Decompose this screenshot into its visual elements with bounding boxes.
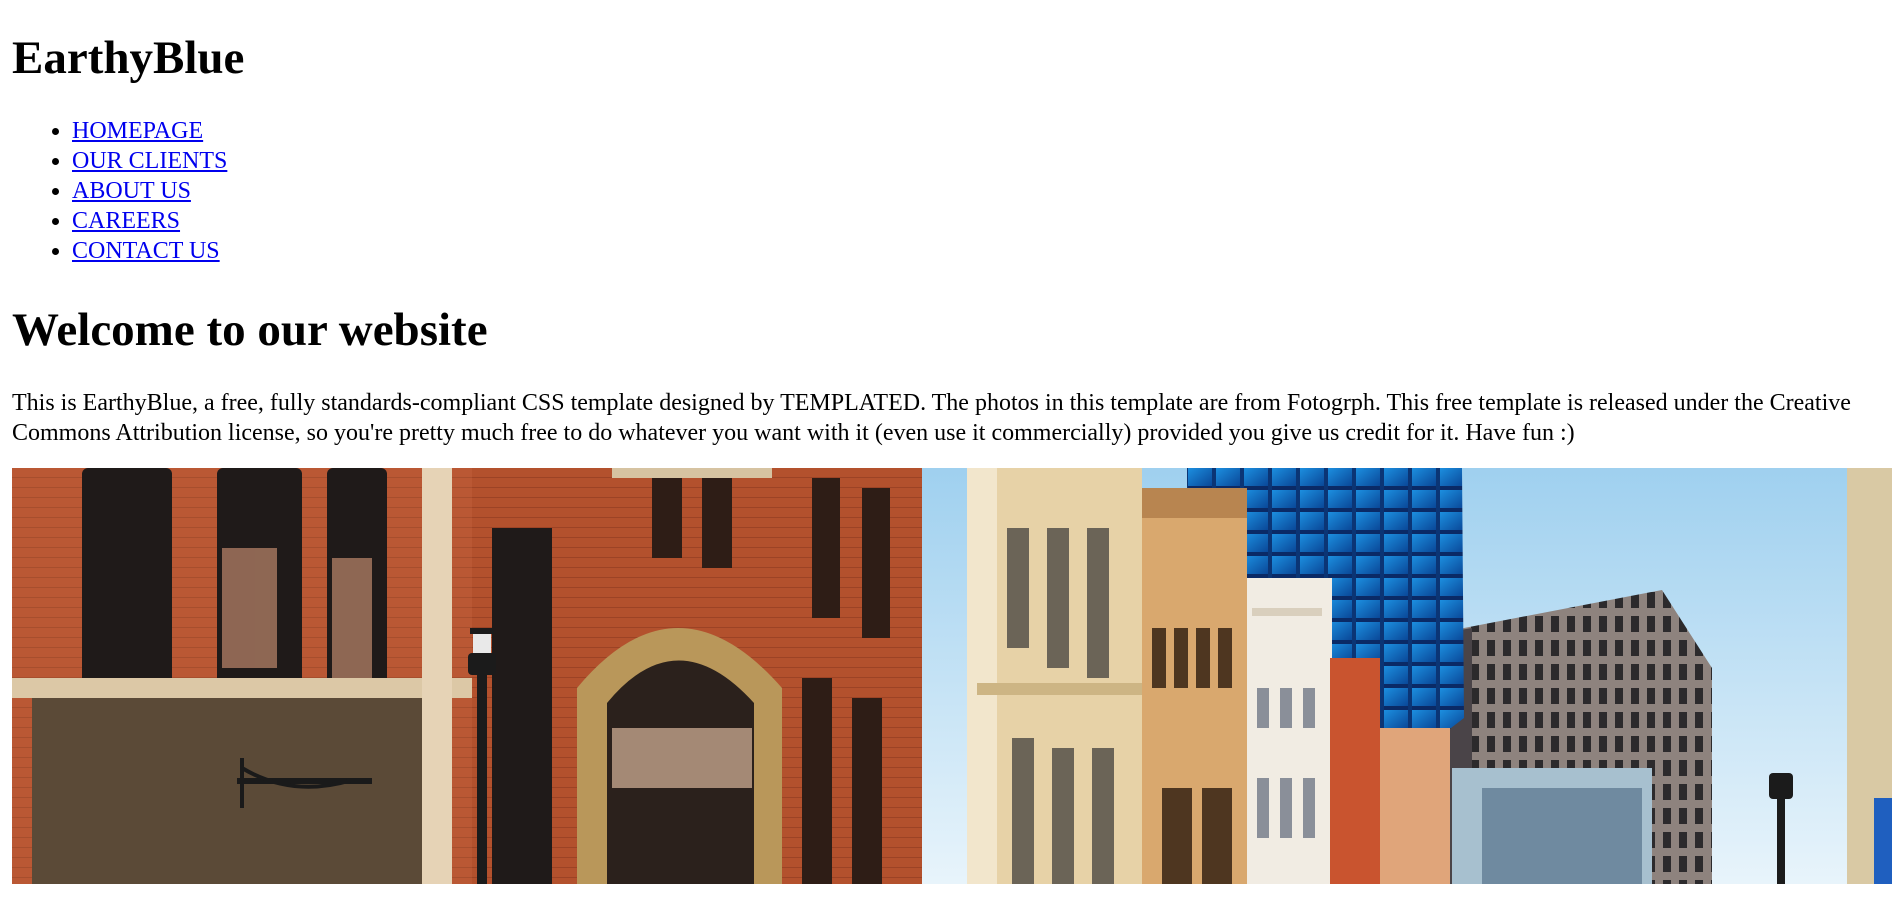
nav-link-contact-us[interactable]: CONTACT US: [72, 238, 220, 264]
city-street-photo: [12, 468, 1892, 884]
intro-paragraph: This is EarthyBlue, a free, fully standa…: [12, 390, 1851, 446]
nav-item-careers: CAREERS: [72, 206, 1880, 236]
nav-link-our-clients[interactable]: OUR CLIENTS: [72, 148, 227, 174]
nav-item-our-clients: OUR CLIENTS: [72, 146, 1880, 176]
nav-item-about-us: ABOUT US: [72, 176, 1880, 206]
nav-link-about-us[interactable]: ABOUT US: [72, 178, 191, 204]
nav-item-contact-us: CONTACT US: [72, 236, 1880, 266]
nav-item-homepage: HOMEPAGE: [72, 116, 1880, 146]
page-heading: Welcome to our website: [12, 304, 488, 356]
site-title: EarthyBlue: [12, 32, 245, 84]
main-nav: HOMEPAGE OUR CLIENTS ABOUT US CAREERS CO…: [12, 116, 1880, 266]
nav-link-homepage[interactable]: HOMEPAGE: [72, 118, 203, 144]
page: EarthyBlue HOMEPAGE OUR CLIENTS ABOUT US…: [0, 30, 1892, 884]
nav-link-careers[interactable]: CAREERS: [72, 208, 180, 234]
hero-image: [12, 468, 1892, 884]
